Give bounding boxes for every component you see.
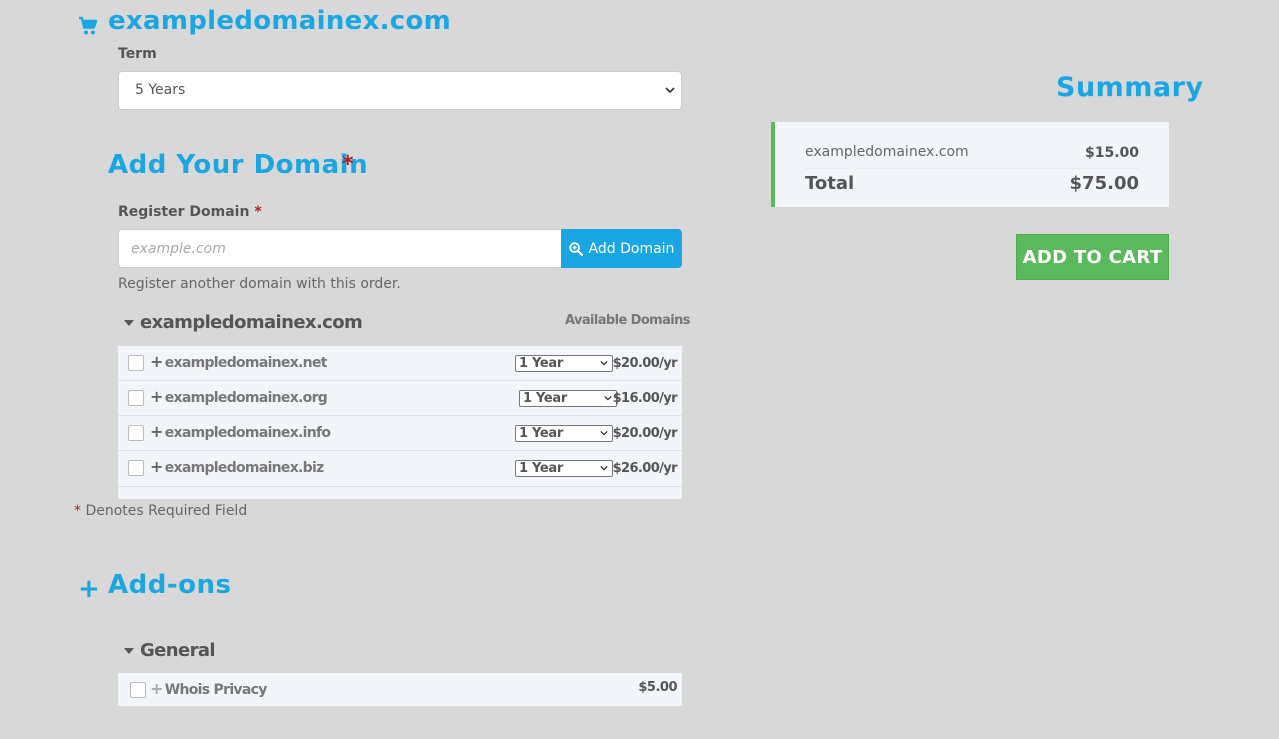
required-star: * <box>254 204 262 220</box>
divider <box>805 168 1139 169</box>
domain-name-text: exampledomainex.info <box>164 425 331 441</box>
chevron-down-icon <box>604 395 612 401</box>
chevron-down-icon <box>600 430 608 436</box>
domain-checkbox[interactable] <box>128 460 144 476</box>
addon-price: $5.00 <box>638 680 677 695</box>
order-summary-panel: exampledomainex.com $15.00 Total $75.00 <box>771 122 1169 207</box>
domain-price: $20.00/yr <box>612 426 678 441</box>
domain-suggestions-table: + exampledomainex.net 1 Year $20.00/yr + e… <box>118 346 682 499</box>
term-select-value: 1 Year <box>519 356 563 371</box>
summary-total-label: Total <box>805 173 855 194</box>
domain-checkbox[interactable] <box>128 425 144 441</box>
caret-down-icon <box>124 320 134 326</box>
addon-name: + Whois Privacy <box>150 679 267 698</box>
suggestions-group-toggle[interactable]: exampledomainex.com <box>124 312 363 333</box>
table-row: + exampledomainex.org 1 Year $16.00/yr <box>118 381 682 416</box>
term-label: Term <box>118 46 157 62</box>
domain-price: $20.00/yr <box>612 356 678 371</box>
list-item: + Whois Privacy $5.00 <box>118 673 682 706</box>
domain-name-text: exampledomainex.biz <box>164 460 325 476</box>
zoom-in-icon <box>568 241 583 256</box>
addons-group-name: General <box>140 640 216 661</box>
available-domains-label: Available Domains <box>565 313 691 328</box>
term-select-value: 1 Year <box>523 391 567 406</box>
addons-heading[interactable]: Add-ons <box>108 570 231 600</box>
term-select[interactable]: 1 Year <box>515 460 613 477</box>
term-select[interactable]: 1 Year <box>515 355 613 372</box>
add-domain-button[interactable]: Add Domain <box>561 229 682 268</box>
summary-item-price: $15.00 <box>1084 145 1139 161</box>
register-domain-input[interactable] <box>118 229 561 268</box>
domain-name: + exampledomainex.org <box>150 387 328 406</box>
add-to-cart-button[interactable]: ADD TO CART <box>1016 234 1169 280</box>
register-domain-label-text: Register Domain <box>118 204 250 220</box>
register-domain-label: Register Domain * <box>118 204 262 220</box>
suggestions-group-name: exampledomainex.com <box>140 312 363 333</box>
table-row: + exampledomainex.info 1 Year $20.00/yr <box>118 416 682 451</box>
required-star: * <box>74 503 81 519</box>
addons-plus-icon[interactable]: + <box>78 574 100 604</box>
domain-price: $16.00/yr <box>612 391 678 406</box>
addons-group-toggle[interactable]: General <box>124 640 216 661</box>
domain-name-text: exampledomainex.net <box>164 355 328 371</box>
required-field-note-text: Denotes Required Field <box>85 503 248 519</box>
required-field-note: * Denotes Required Field <box>74 503 247 519</box>
plus-icon: + <box>150 422 163 441</box>
domain-checkbox[interactable] <box>128 355 144 371</box>
plus-icon: + <box>150 679 163 698</box>
term-select-value: 1 Year <box>519 461 563 476</box>
table-row: + exampledomainex.biz 1 Year $26.00/yr <box>118 451 682 487</box>
caret-down-icon <box>124 648 134 654</box>
summary-total-price: $75.00 <box>1069 173 1139 194</box>
chevron-down-icon <box>665 87 675 94</box>
plus-icon: + <box>150 352 163 371</box>
term-select[interactable]: 5 Years <box>118 71 682 110</box>
domain-name: + exampledomainex.info <box>150 422 331 441</box>
add-domain-button-label: Add Domain <box>588 240 675 257</box>
shopping-cart-icon <box>79 16 98 35</box>
term-select[interactable]: 1 Year <box>519 390 617 407</box>
summary-item-name: exampledomainex.com <box>805 144 969 160</box>
addon-name-text: Whois Privacy <box>164 682 268 698</box>
table-row: + exampledomainex.net 1 Year $20.00/yr <box>118 346 682 381</box>
domain-name-text: exampledomainex.org <box>164 390 328 406</box>
domain-checkbox[interactable] <box>128 390 144 406</box>
term-select-value: 1 Year <box>519 426 563 441</box>
term-select-value: 5 Years <box>135 82 186 98</box>
term-select[interactable]: 1 Year <box>515 425 613 442</box>
register-hint: Register another domain with this order. <box>118 276 401 292</box>
add-domain-heading: Add Your Domain <box>108 150 369 180</box>
required-star: * <box>342 152 354 177</box>
summary-heading: Summary <box>1056 72 1204 103</box>
chevron-down-icon <box>600 360 608 366</box>
plus-icon: + <box>150 457 163 476</box>
domain-name: + exampledomainex.net <box>150 352 327 371</box>
domain-name: + exampledomainex.biz <box>150 457 324 476</box>
addon-checkbox[interactable] <box>130 682 146 698</box>
domain-price: $26.00/yr <box>612 461 678 476</box>
plus-icon: + <box>150 387 163 406</box>
page-title: exampledomainex.com <box>108 6 452 36</box>
chevron-down-icon <box>600 465 608 471</box>
